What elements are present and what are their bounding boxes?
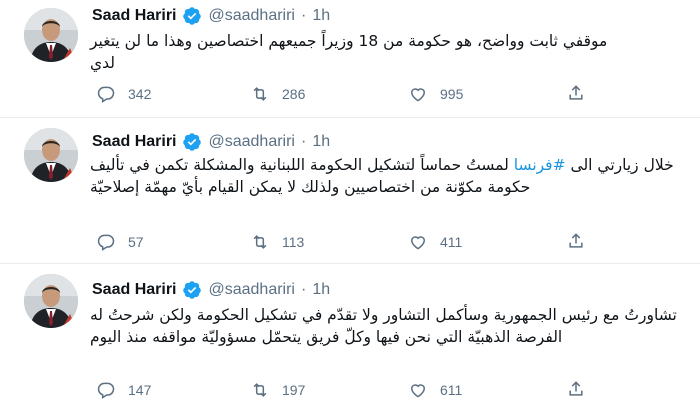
reply-button[interactable]: 147 (96, 379, 151, 401)
heart-icon (410, 88, 426, 102)
reply-count: 342 (128, 86, 152, 102)
share-button[interactable] (566, 379, 586, 399)
tweet-actions: 342 286 995 (96, 83, 596, 105)
like-count: 411 (440, 234, 463, 250)
reply-icon (97, 234, 115, 251)
profile-photo (24, 274, 78, 328)
tweet-header: Saad Hariri @saadhariri · 1h (92, 132, 330, 152)
tweet[interactable]: Saad Hariri @saadhariri · 1h موقفي ثابت … (0, 0, 700, 118)
retweet-button[interactable]: 286 (250, 83, 305, 105)
reply-icon (97, 382, 115, 399)
hashtag-link[interactable]: #فرنسا (514, 156, 566, 174)
retweet-icon (253, 235, 267, 249)
profile-photo (24, 128, 78, 182)
verified-badge-icon (182, 280, 202, 300)
tweet-text-segment: لمستُ حماساً لتشكيل الحكومة اللبنانية وا… (90, 156, 531, 196)
reply-button[interactable]: 342 (96, 83, 151, 105)
tweet-text: تشاورتُ مع رئيس الجمهورية وسأكمل التشاور… (90, 306, 677, 346)
retweet-count: 197 (282, 382, 306, 398)
share-button[interactable] (566, 231, 586, 251)
tweet-text: خلال زيارتي الى #فرنسا لمستُ حماساً لتشك… (90, 154, 682, 198)
retweet-count: 286 (282, 86, 306, 102)
retweet-icon (253, 383, 267, 397)
tweet[interactable]: Saad Hariri @saadhariri · 1h خلال زيارتي… (0, 118, 700, 264)
like-button[interactable]: 611 (408, 379, 462, 401)
like-count: 995 (440, 86, 464, 102)
verified-badge-icon (182, 6, 202, 26)
profile-photo (24, 8, 78, 62)
retweet-button[interactable]: 197 (250, 379, 305, 401)
timestamp[interactable]: 1h (312, 280, 330, 300)
tweet-feed: Saad Hariri @saadhariri · 1h موقفي ثابت … (0, 0, 700, 411)
like-button[interactable]: 411 (408, 231, 462, 253)
tweet-actions: 57 113 411 (96, 231, 596, 253)
retweet-button[interactable]: 113 (250, 231, 304, 253)
verified-badge-icon (182, 132, 202, 152)
heart-icon (410, 236, 426, 250)
like-count: 611 (440, 382, 463, 398)
timestamp[interactable]: 1h (312, 132, 330, 152)
tweet[interactable]: Saad Hariri @saadhariri · 1h تشاورتُ مع … (0, 264, 700, 411)
separator-dot: · (300, 133, 307, 150)
tweet-actions: 147 197 611 (96, 379, 596, 401)
timestamp[interactable]: 1h (312, 6, 330, 26)
author-name[interactable]: Saad Hariri (92, 6, 176, 26)
reply-button[interactable]: 57 (96, 231, 144, 253)
avatar[interactable] (24, 8, 78, 62)
author-name[interactable]: Saad Hariri (92, 280, 176, 300)
reply-count: 147 (128, 382, 152, 398)
tweet-text-line: موقفي ثابت وواضح، هو حكومة من 18 وزيراً … (90, 32, 608, 50)
tweet-text-segment: خلال زيارتي الى (565, 156, 674, 174)
retweet-count: 113 (282, 234, 305, 250)
author-handle[interactable]: @saadhariri (208, 6, 295, 26)
tweet-header: Saad Hariri @saadhariri · 1h (92, 280, 330, 300)
separator-dot: · (300, 7, 307, 24)
share-button[interactable] (566, 83, 586, 103)
author-handle[interactable]: @saadhariri (208, 280, 295, 300)
author-handle[interactable]: @saadhariri (208, 132, 295, 152)
separator-dot: · (300, 281, 307, 298)
tweet-text: موقفي ثابت وواضح، هو حكومة من 18 وزيراً … (90, 30, 682, 74)
share-icon (569, 85, 583, 100)
avatar[interactable] (24, 128, 78, 182)
tweet-text-line: لدي (90, 54, 115, 72)
avatar[interactable] (24, 274, 78, 328)
tweet-header: Saad Hariri @saadhariri · 1h (92, 6, 330, 26)
share-icon (569, 381, 583, 396)
reply-icon (97, 86, 115, 103)
retweet-icon (253, 87, 267, 101)
like-button[interactable]: 995 (408, 83, 463, 105)
author-name[interactable]: Saad Hariri (92, 132, 176, 152)
reply-count: 57 (128, 234, 144, 250)
heart-icon (410, 384, 426, 398)
share-icon (569, 233, 583, 248)
